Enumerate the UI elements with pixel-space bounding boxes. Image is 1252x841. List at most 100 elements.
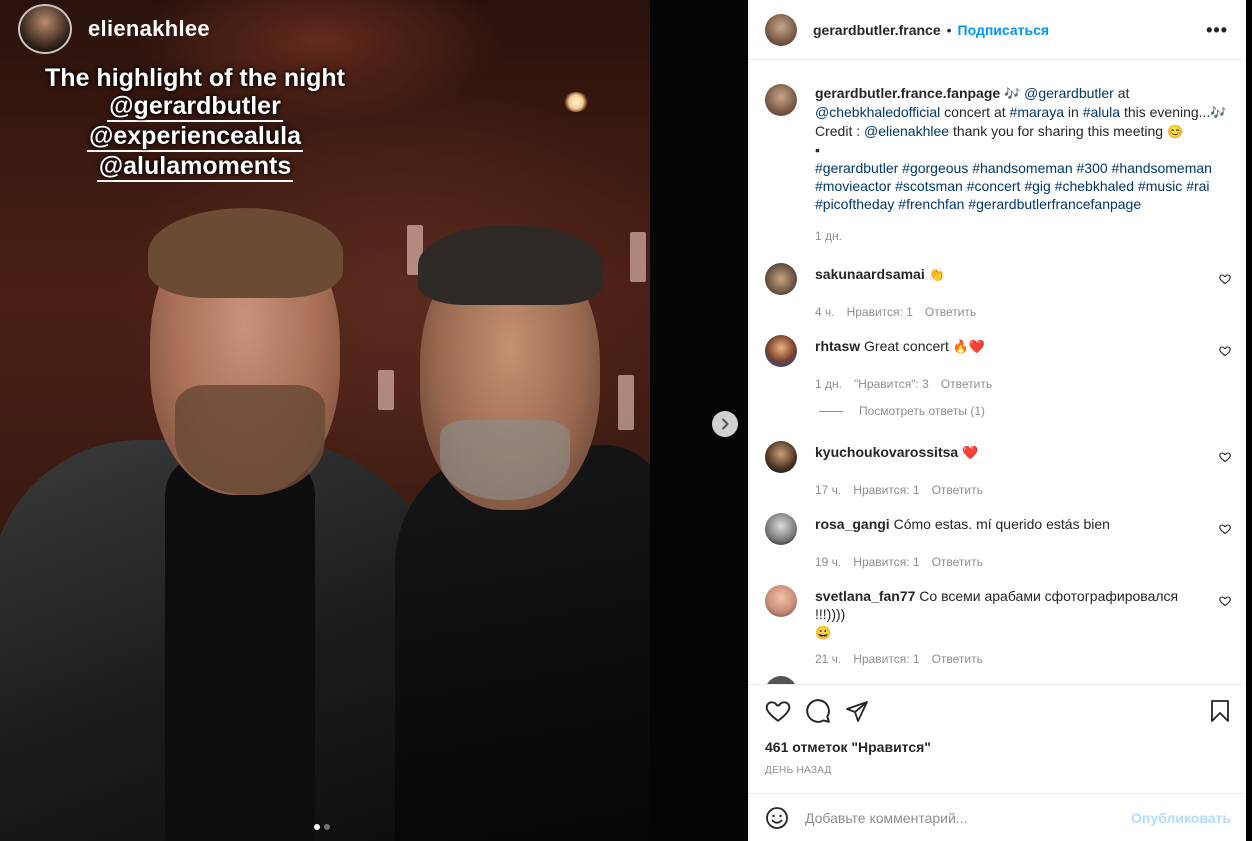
story-avatar <box>18 4 72 54</box>
caption-hashtags[interactable]: #gerardbutler #gorgeous #handsomeman #30… <box>815 160 1212 212</box>
heart-outline-icon[interactable] <box>1219 523 1231 535</box>
comment-username[interactable]: svetlana_fan77 <box>815 588 915 604</box>
comment-time[interactable]: 19 ч. <box>815 555 841 569</box>
comment-likes[interactable]: Нравится: 1 <box>853 555 919 569</box>
comment-bubble-icon[interactable] <box>805 698 831 724</box>
caption-avatar[interactable] <box>765 84 797 116</box>
carousel-dot-active <box>314 824 320 830</box>
reply-button[interactable]: Ответить <box>932 652 983 666</box>
comment-likes[interactable]: Нравится: 1 <box>847 305 913 319</box>
caption-hashtag[interactable]: #alula <box>1083 104 1120 120</box>
heart-outline-icon[interactable] <box>1219 273 1231 285</box>
more-options-icon[interactable]: ••• <box>1206 20 1228 41</box>
reply-button[interactable]: Ответить <box>941 377 992 391</box>
comment-item: kyuchoukovarossitsa ❤️ 17 ч. Нравится: 1 О… <box>765 441 1231 497</box>
fire-heart-emoji-icon: 🔥❤️ <box>952 339 986 354</box>
person-left-shirt <box>165 455 315 841</box>
reply-button[interactable]: Ответить <box>932 555 983 569</box>
next-image-button[interactable] <box>712 411 738 437</box>
share-paper-plane-icon[interactable] <box>845 699 869 723</box>
caption-text: in <box>1064 104 1083 120</box>
person-left-hair <box>148 208 343 298</box>
heart-emoji-icon: ❤️ <box>962 445 979 460</box>
comment-avatar[interactable] <box>765 335 797 367</box>
comment-avatar[interactable] <box>765 513 797 545</box>
header-separator: • <box>946 21 952 38</box>
story-username: elienakhlee <box>88 16 210 41</box>
reply-button[interactable]: Ответить <box>932 483 983 497</box>
post-date[interactable]: ДЕНЬ НАЗАД <box>765 765 1231 776</box>
story-line-mention: @experiencealula <box>87 122 303 152</box>
post-side-panel: gerardbutler.france • Подписаться ••• ge… <box>748 0 1247 841</box>
comment-item-partial <box>765 676 1231 684</box>
story-line-mention: @gerardbutler <box>107 92 283 122</box>
reply-button[interactable]: Ответить <box>925 305 976 319</box>
like-heart-icon[interactable] <box>765 698 791 724</box>
post-header: gerardbutler.france • Подписаться ••• <box>749 0 1246 60</box>
bookmark-save-icon[interactable] <box>1209 699 1231 723</box>
post-actions: 461 отметок "Нравится" ДЕНЬ НАЗАД <box>749 684 1247 776</box>
comment-time[interactable]: 21 ч. <box>815 652 841 666</box>
post-photo: elienakhlee The highlight of the night @… <box>0 0 650 841</box>
comment-likes[interactable]: Нравится: 1 <box>853 483 919 497</box>
window-edge <box>1246 0 1252 841</box>
carousel-indicator <box>314 824 330 830</box>
comment-time[interactable]: 4 ч. <box>815 305 835 319</box>
comment-text: Great concert <box>864 338 949 354</box>
comment-time[interactable]: 1 дн. <box>815 377 842 391</box>
story-line-mention: @alulamoments <box>96 152 294 182</box>
comment-text: Cómo estas. mí querido estás bien <box>893 516 1110 532</box>
comment-username[interactable]: rosa_gangi <box>815 516 890 532</box>
add-comment-bar: Опубликовать <box>749 793 1247 841</box>
chevron-right-icon <box>722 418 729 430</box>
ceiling-light <box>564 92 588 112</box>
heart-outline-icon[interactable] <box>1219 451 1231 463</box>
comments-scroll-area[interactable]: gerardbutler.france.fanpage 🎶 @gerardbut… <box>749 60 1247 684</box>
comment-avatar[interactable] <box>765 263 797 295</box>
comment-input[interactable] <box>805 809 1132 826</box>
replies-line <box>819 410 843 412</box>
heart-outline-icon[interactable] <box>1219 595 1231 607</box>
author-username[interactable]: gerardbutler.france <box>813 22 941 38</box>
comment-username[interactable]: sakunaardsamai <box>815 266 925 282</box>
author-avatar[interactable] <box>765 13 797 46</box>
caption-text: this evening... <box>1120 104 1211 120</box>
comment-likes[interactable]: Нравится: 1 <box>853 652 919 666</box>
post-caption: gerardbutler.france.fanpage 🎶 @gerardbut… <box>749 60 1247 245</box>
story-text-overlay: The highlight of the night @gerardbutler… <box>20 64 370 182</box>
background-light-streak <box>618 375 634 430</box>
heart-outline-icon[interactable] <box>1219 345 1231 357</box>
comment-item: rosa_gangi Cómo estas. mí querido estás … <box>765 513 1231 569</box>
caption-text: thank you for sharing this meeting <box>949 123 1167 139</box>
follow-button[interactable]: Подписаться <box>958 22 1050 38</box>
comment-avatar[interactable] <box>765 676 797 684</box>
caption-username[interactable]: gerardbutler.france.fanpage <box>815 85 1000 101</box>
caption-text: at <box>1113 85 1130 101</box>
clap-emoji-icon: 👏 <box>928 267 945 282</box>
story-line-title: The highlight of the night <box>45 64 345 92</box>
comment-likes[interactable]: "Нравится": 3 <box>854 377 929 391</box>
comment-username[interactable]: kyuchoukovarossitsa <box>815 444 958 460</box>
smile-emoji-icon: 😊 <box>1166 124 1184 139</box>
person-right-beard <box>440 420 570 500</box>
emoji-picker-icon[interactable] <box>765 806 789 830</box>
caption-hashtag[interactable]: #maraya <box>1010 104 1064 120</box>
background-light-streak <box>630 232 646 282</box>
comment-item: svetlana_fan77 Со всеми арабами сфотогра… <box>765 585 1231 666</box>
comment-item: rhtasw Great concert 🔥❤️ 1 дн. "Нравится"… <box>765 335 1231 391</box>
post-media: elienakhlee The highlight of the night @… <box>0 0 748 841</box>
comment-avatar[interactable] <box>765 441 797 473</box>
caption-mention[interactable]: @elienakhlee <box>864 123 949 139</box>
carousel-dot <box>324 824 330 830</box>
comment-avatar[interactable] <box>765 585 797 617</box>
publish-button[interactable]: Опубликовать <box>1131 810 1231 826</box>
caption-mention[interactable]: @gerardbutler <box>1024 85 1114 101</box>
music-notes-icon: 🎶 <box>1210 105 1227 120</box>
background-light-streak <box>378 370 394 410</box>
comment-time[interactable]: 17 ч. <box>815 483 841 497</box>
comment-username[interactable]: rhtasw <box>815 338 860 354</box>
caption-time[interactable]: 1 дн. <box>815 227 1231 245</box>
view-replies-button[interactable]: Посмотреть ответы (1) <box>819 404 985 418</box>
likes-count[interactable]: 461 отметок "Нравится" <box>765 739 1231 755</box>
caption-mention[interactable]: @chebkhaledofficial <box>815 104 940 120</box>
